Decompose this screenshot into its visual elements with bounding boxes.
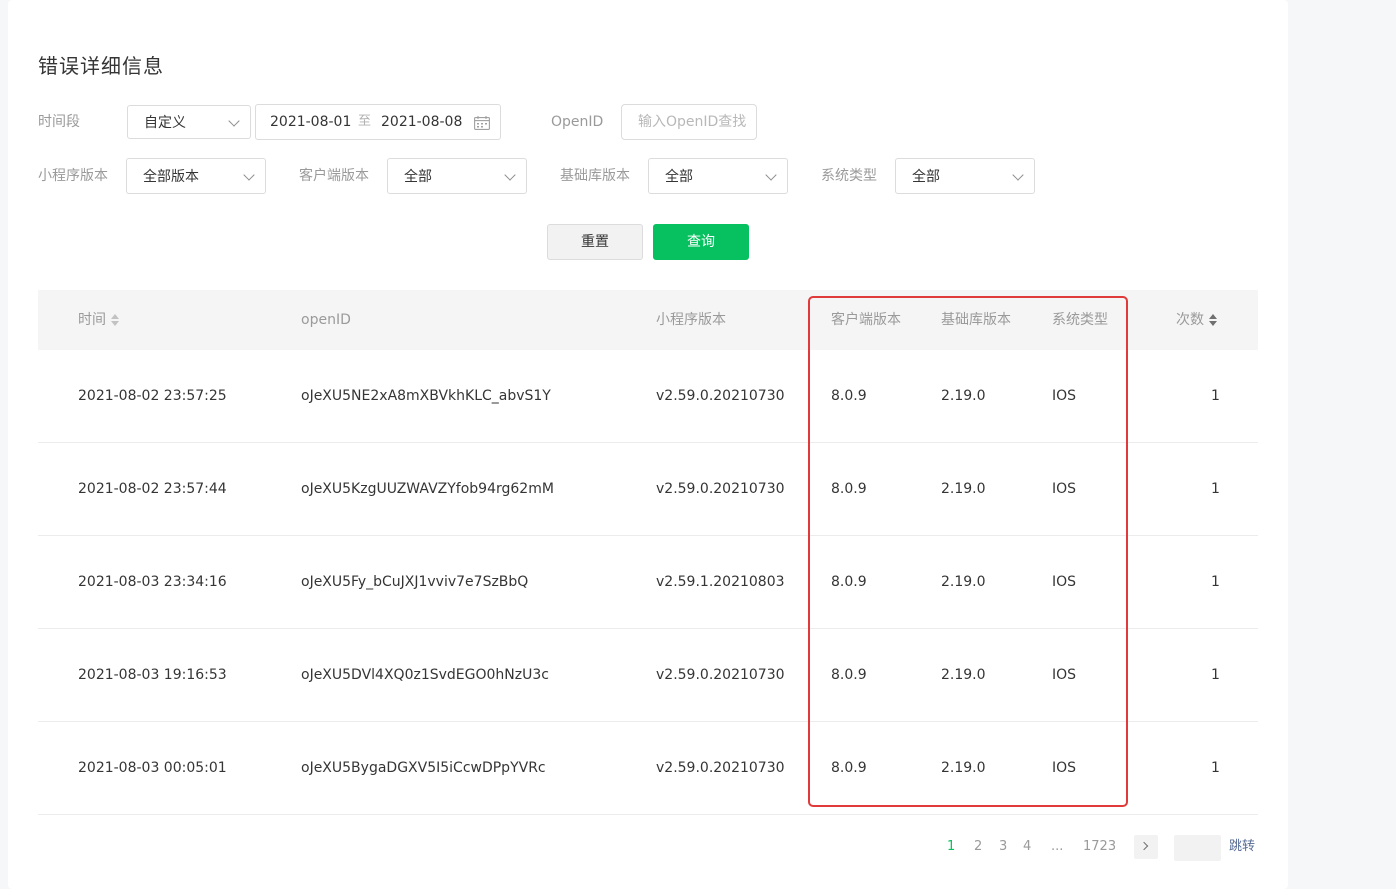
sort-icon[interactable] <box>111 314 119 326</box>
os-type-value: 全部 <box>912 169 940 185</box>
page-jump-input[interactable] <box>1174 835 1221 861</box>
cell-client-version: 8.0.9 <box>831 760 867 776</box>
cell-count: 1 <box>1211 667 1220 683</box>
cell-client-version: 8.0.9 <box>831 388 867 404</box>
page-ellipsis: ... <box>1051 839 1064 854</box>
client-version-label: 客户端版本 <box>299 168 369 184</box>
chevron-down-icon <box>243 169 255 181</box>
table-row: 2021-08-02 23:57:44 oJeXU5KzgUUZWAVZYfob… <box>38 443 1258 536</box>
cell-count: 1 <box>1211 388 1220 404</box>
table-row: 2021-08-03 23:34:16 oJeXU5Fy_bCuJXJ1vviv… <box>38 536 1258 629</box>
cell-mini-version: v2.59.0.20210730 <box>656 388 785 404</box>
error-table: 时间 openID 小程序版本 客户端版本 基础库版本 系统类型 次数 2021… <box>38 290 1258 815</box>
cell-time: 2021-08-03 19:16:53 <box>78 667 227 683</box>
time-range-label: 时间段 <box>38 114 80 130</box>
chevron-down-icon <box>1012 169 1024 181</box>
cell-os-type: IOS <box>1052 574 1077 590</box>
cell-mini-version: v2.59.0.20210730 <box>656 667 785 683</box>
cell-client-version: 8.0.9 <box>831 574 867 590</box>
reset-button[interactable]: 重置 <box>547 224 643 260</box>
mini-version-select[interactable]: 全部版本 <box>126 158 266 194</box>
cell-base-lib: 2.19.0 <box>941 667 986 683</box>
cell-time: 2021-08-03 00:05:01 <box>78 760 227 776</box>
column-header-openid: openID <box>301 312 351 328</box>
cell-mini-version: v2.59.0.20210730 <box>656 481 785 497</box>
page-1[interactable]: 1 <box>947 835 955 859</box>
table-header: 时间 openID 小程序版本 客户端版本 基础库版本 系统类型 次数 <box>38 290 1258 350</box>
os-type-label: 系统类型 <box>821 168 877 184</box>
openid-label: OpenID <box>551 114 604 130</box>
chevron-down-icon <box>504 169 516 181</box>
cell-openid: oJeXU5BygaDGXV5I5iCcwDPpYVRc <box>301 760 546 776</box>
cell-time: 2021-08-03 23:34:16 <box>78 574 227 590</box>
cell-count: 1 <box>1211 574 1220 590</box>
cell-openid: oJeXU5KzgUUZWAVZYfob94rg62mM <box>301 481 554 497</box>
date-range-picker[interactable]: 2021-08-01 至 2021-08-08 <box>255 104 501 140</box>
cell-os-type: IOS <box>1052 388 1077 404</box>
table-row: 2021-08-03 19:16:53 oJeXU5DVl4XQ0z1SvdEG… <box>38 629 1258 722</box>
cell-openid: oJeXU5DVl4XQ0z1SvdEGO0hNzU3c <box>301 667 549 683</box>
time-mode-value: 自定义 <box>144 115 186 131</box>
cell-mini-version: v2.59.0.20210730 <box>656 760 785 776</box>
date-end: 2021-08-08 <box>381 114 463 130</box>
mini-version-value: 全部版本 <box>143 169 199 185</box>
page-last[interactable]: 1723 <box>1083 835 1116 859</box>
time-mode-select[interactable]: 自定义 <box>127 105 251 139</box>
base-lib-value: 全部 <box>665 169 693 185</box>
column-header-mini-version: 小程序版本 <box>656 312 726 328</box>
query-button[interactable]: 查询 <box>653 224 749 260</box>
page-3[interactable]: 3 <box>999 835 1007 859</box>
cell-base-lib: 2.19.0 <box>941 760 986 776</box>
os-type-select[interactable]: 全部 <box>895 158 1035 194</box>
cell-base-lib: 2.19.0 <box>941 388 986 404</box>
chevron-down-icon <box>765 169 777 181</box>
cell-os-type: IOS <box>1052 760 1077 776</box>
mini-version-label: 小程序版本 <box>38 168 108 184</box>
chevron-down-icon <box>228 115 240 127</box>
column-header-base-lib: 基础库版本 <box>941 312 1011 328</box>
cell-time: 2021-08-02 23:57:25 <box>78 388 227 404</box>
calendar-icon <box>474 116 490 130</box>
sort-icon[interactable] <box>1209 314 1217 326</box>
cell-os-type: IOS <box>1052 481 1077 497</box>
cell-base-lib: 2.19.0 <box>941 574 986 590</box>
column-header-time[interactable]: 时间 <box>78 290 106 350</box>
column-header-count[interactable]: 次数 <box>1176 290 1204 350</box>
base-lib-label: 基础库版本 <box>560 168 630 184</box>
date-separator: 至 <box>358 114 372 129</box>
table-row: 2021-08-03 00:05:01 oJeXU5BygaDGXV5I5iCc… <box>38 722 1258 815</box>
cell-count: 1 <box>1211 481 1220 497</box>
openid-search-input[interactable] <box>621 104 757 140</box>
page-title: 错误详细信息 <box>38 54 164 78</box>
chevron-right-icon <box>1139 841 1149 851</box>
cell-client-version: 8.0.9 <box>831 667 867 683</box>
base-lib-select[interactable]: 全部 <box>648 158 788 194</box>
client-version-value: 全部 <box>404 169 432 185</box>
client-version-select[interactable]: 全部 <box>387 158 527 194</box>
cell-base-lib: 2.19.0 <box>941 481 986 497</box>
cell-os-type: IOS <box>1052 667 1077 683</box>
cell-count: 1 <box>1211 760 1220 776</box>
page-jump-link[interactable]: 跳转 <box>1229 835 1255 859</box>
next-page-button[interactable] <box>1134 835 1158 859</box>
cell-mini-version: v2.59.1.20210803 <box>656 574 785 590</box>
cell-client-version: 8.0.9 <box>831 481 867 497</box>
table-row: 2021-08-02 23:57:25 oJeXU5NE2xA8mXBVkhKL… <box>38 350 1258 443</box>
page-4[interactable]: 4 <box>1023 835 1031 859</box>
cell-openid: oJeXU5Fy_bCuJXJ1vviv7e7SzBbQ <box>301 574 529 590</box>
date-start: 2021-08-01 <box>270 114 352 130</box>
column-header-client-version: 客户端版本 <box>831 312 901 328</box>
cell-openid: oJeXU5NE2xA8mXBVkhKLC_abvS1Y <box>301 388 551 404</box>
page-2[interactable]: 2 <box>974 835 982 859</box>
cell-time: 2021-08-02 23:57:44 <box>78 481 227 497</box>
column-header-os-type: 系统类型 <box>1052 312 1108 328</box>
